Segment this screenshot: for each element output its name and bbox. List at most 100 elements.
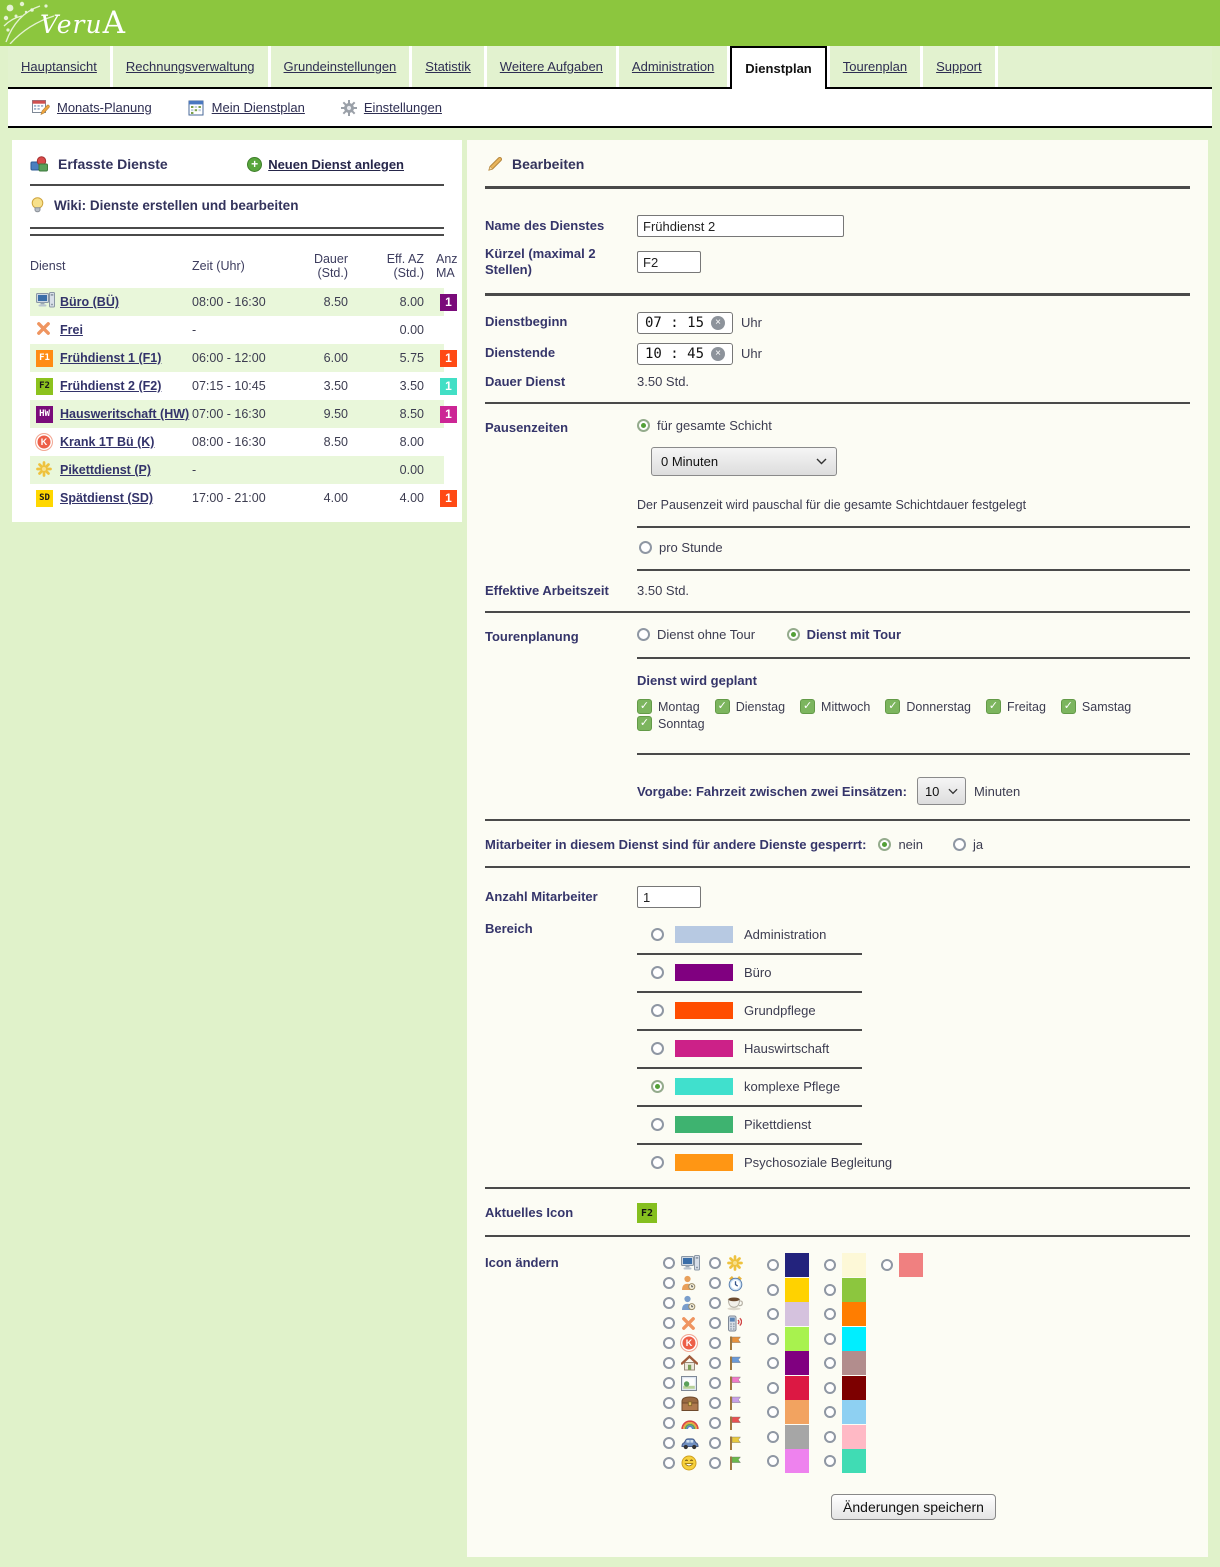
bereich-option-b-ro[interactable]: Büro: [637, 955, 1190, 981]
color-choice-8cc63e[interactable]: [824, 1278, 866, 1303]
icon-choice-house-icon[interactable]: [663, 1353, 700, 1373]
icon-choice-radio[interactable]: [709, 1337, 721, 1349]
icon-choice-coffee-icon[interactable]: [709, 1293, 744, 1313]
icon-choice-radio[interactable]: [709, 1277, 721, 1289]
service-link-frei[interactable]: Frei: [60, 323, 83, 337]
icon-choice-picture-icon[interactable]: [663, 1373, 700, 1393]
color-choice-radio[interactable]: [824, 1333, 836, 1345]
icon-choice-computer-icon[interactable]: [663, 1253, 700, 1273]
color-choice-f08080[interactable]: [881, 1253, 923, 1278]
dienstbeginn-input[interactable]: 07 : 15 ×: [637, 312, 733, 334]
icon-choice-cross-icon[interactable]: [663, 1313, 700, 1333]
icon-choice-radio[interactable]: [663, 1317, 675, 1329]
icon-choice-flag-orange-icon[interactable]: [709, 1333, 744, 1353]
color-choice-radio[interactable]: [767, 1357, 779, 1369]
icon-choice-flag-blue-icon[interactable]: [709, 1353, 744, 1373]
icon-choice-radio[interactable]: [663, 1277, 675, 1289]
service-link-fr-hdienst-1-f1[interactable]: Frühdienst 1 (F1): [60, 351, 161, 365]
pause-stunde-option[interactable]: pro Stunde: [639, 540, 723, 555]
day-checkbox-mittwoch[interactable]: ✓: [800, 699, 815, 714]
tab-tourenplan[interactable]: Tourenplan: [830, 46, 920, 87]
clear-time-icon[interactable]: ×: [711, 316, 725, 330]
icon-choice-radio[interactable]: [663, 1397, 675, 1409]
color-choice-ffb9c5[interactable]: [824, 1425, 866, 1450]
icon-choice-flag-pink-icon[interactable]: [709, 1373, 744, 1393]
day-option-samstag[interactable]: ✓Samstag: [1061, 699, 1131, 714]
wiki-link[interactable]: Wiki: Dienste erstellen und bearbeiten: [22, 190, 452, 219]
subnav-link-monats-planung[interactable]: Monats-Planung: [57, 100, 152, 115]
icon-choice-radio[interactable]: [663, 1437, 675, 1449]
day-checkbox-donnerstag[interactable]: ✓: [885, 699, 900, 714]
day-option-mittwoch[interactable]: ✓Mittwoch: [800, 699, 870, 714]
new-service-link[interactable]: + Neuen Dienst anlegen: [247, 157, 404, 172]
icon-choice-radio[interactable]: [709, 1257, 721, 1269]
color-choice-radio[interactable]: [824, 1357, 836, 1369]
color-choice-a6a6a6[interactable]: [767, 1425, 809, 1450]
tour-ohne-radio[interactable]: [637, 628, 650, 641]
icon-choice-radio[interactable]: [709, 1317, 721, 1329]
color-choice-radio[interactable]: [824, 1431, 836, 1443]
color-choice-40dcb4[interactable]: [824, 1449, 866, 1474]
icon-choice-phone-icon[interactable]: [709, 1313, 744, 1333]
pause-schicht-option[interactable]: für gesamte Schicht: [637, 418, 772, 433]
icon-choice-flag-lilac-icon[interactable]: [709, 1393, 744, 1413]
name-input[interactable]: [637, 215, 844, 237]
color-choice-radio[interactable]: [824, 1308, 836, 1320]
gesperrt-nein-radio[interactable]: [878, 838, 891, 851]
icon-choice-radio[interactable]: [709, 1357, 721, 1369]
color-choice-7d0000[interactable]: [824, 1376, 866, 1401]
color-choice-radio[interactable]: [767, 1382, 779, 1394]
color-choice-radio[interactable]: [824, 1382, 836, 1394]
icon-choice-radio[interactable]: [663, 1297, 675, 1309]
color-choice-radio[interactable]: [881, 1259, 893, 1271]
kuerzel-input[interactable]: [637, 251, 701, 273]
service-link-hausweritschaft-hw[interactable]: Hausweritschaft (HW): [60, 407, 189, 421]
color-choice-radio[interactable]: [824, 1406, 836, 1418]
icon-choice-person-orange-icon[interactable]: [663, 1273, 700, 1293]
day-option-donnerstag[interactable]: ✓Donnerstag: [885, 699, 971, 714]
day-checkbox-freitag[interactable]: ✓: [986, 699, 1001, 714]
service-link-krank-1t-b-k[interactable]: Krank 1T Bü (K): [60, 435, 154, 449]
subnav-item-einstellungen[interactable]: Einstellungen: [341, 100, 442, 116]
color-choice-a8f24e[interactable]: [767, 1327, 809, 1352]
color-choice-ff7d00[interactable]: [824, 1302, 866, 1327]
color-choice-radio[interactable]: [824, 1455, 836, 1467]
tour-mit-option[interactable]: Dienst mit Tour: [787, 627, 901, 642]
tab-administration[interactable]: Administration: [619, 46, 727, 87]
icon-choice-radio[interactable]: [709, 1417, 721, 1429]
color-choice-ffd200[interactable]: [767, 1278, 809, 1303]
save-button[interactable]: Änderungen speichern: [831, 1494, 996, 1520]
anzahl-mitarbeiter-input[interactable]: [637, 886, 701, 908]
gesperrt-ja-radio[interactable]: [953, 838, 966, 851]
color-choice-fdf8d7[interactable]: [824, 1253, 866, 1278]
icon-choice-car-icon[interactable]: [663, 1433, 700, 1453]
tab-dienstplan[interactable]: Dienstplan: [730, 46, 826, 89]
icon-choice-person-blue-icon[interactable]: [663, 1293, 700, 1313]
day-option-montag[interactable]: ✓Montag: [637, 699, 700, 714]
tour-mit-radio[interactable]: [787, 628, 800, 641]
color-choice-b28d8d[interactable]: [824, 1351, 866, 1376]
bereich-option-pikettdienst[interactable]: Pikettdienst: [637, 1107, 1190, 1133]
subnav-item-monats-planung[interactable]: Monats-Planung: [32, 99, 152, 116]
bereich-option-hauswirtschaft[interactable]: Hauswirtschaft: [637, 1031, 1190, 1057]
day-option-freitag[interactable]: ✓Freitag: [986, 699, 1046, 714]
color-choice-radio[interactable]: [767, 1259, 779, 1271]
color-choice-00eeff[interactable]: [824, 1327, 866, 1352]
color-choice-radio[interactable]: [824, 1284, 836, 1296]
icon-choice-radio[interactable]: [663, 1377, 675, 1389]
gesperrt-ja-option[interactable]: ja: [953, 837, 983, 852]
tab-rechnungsverwaltung[interactable]: Rechnungsverwaltung: [113, 46, 268, 87]
pause-schicht-radio[interactable]: [637, 419, 650, 432]
tab-support[interactable]: Support: [923, 46, 995, 87]
bereich-option-grundpflege[interactable]: Grundpflege: [637, 993, 1190, 1019]
color-choice-radio[interactable]: [767, 1308, 779, 1320]
color-choice-radio[interactable]: [767, 1406, 779, 1418]
dienstende-input[interactable]: 10 : 45 ×: [637, 343, 733, 365]
icon-choice-radio[interactable]: [663, 1417, 675, 1429]
color-choice-800080[interactable]: [767, 1351, 809, 1376]
service-link-b-ro-b[interactable]: Büro (BÜ): [60, 295, 119, 309]
icon-choice-radio[interactable]: [663, 1337, 675, 1349]
color-choice-radio[interactable]: [767, 1455, 779, 1467]
tab-statistik[interactable]: Statistik: [412, 46, 484, 87]
icon-choice-radio[interactable]: [709, 1377, 721, 1389]
